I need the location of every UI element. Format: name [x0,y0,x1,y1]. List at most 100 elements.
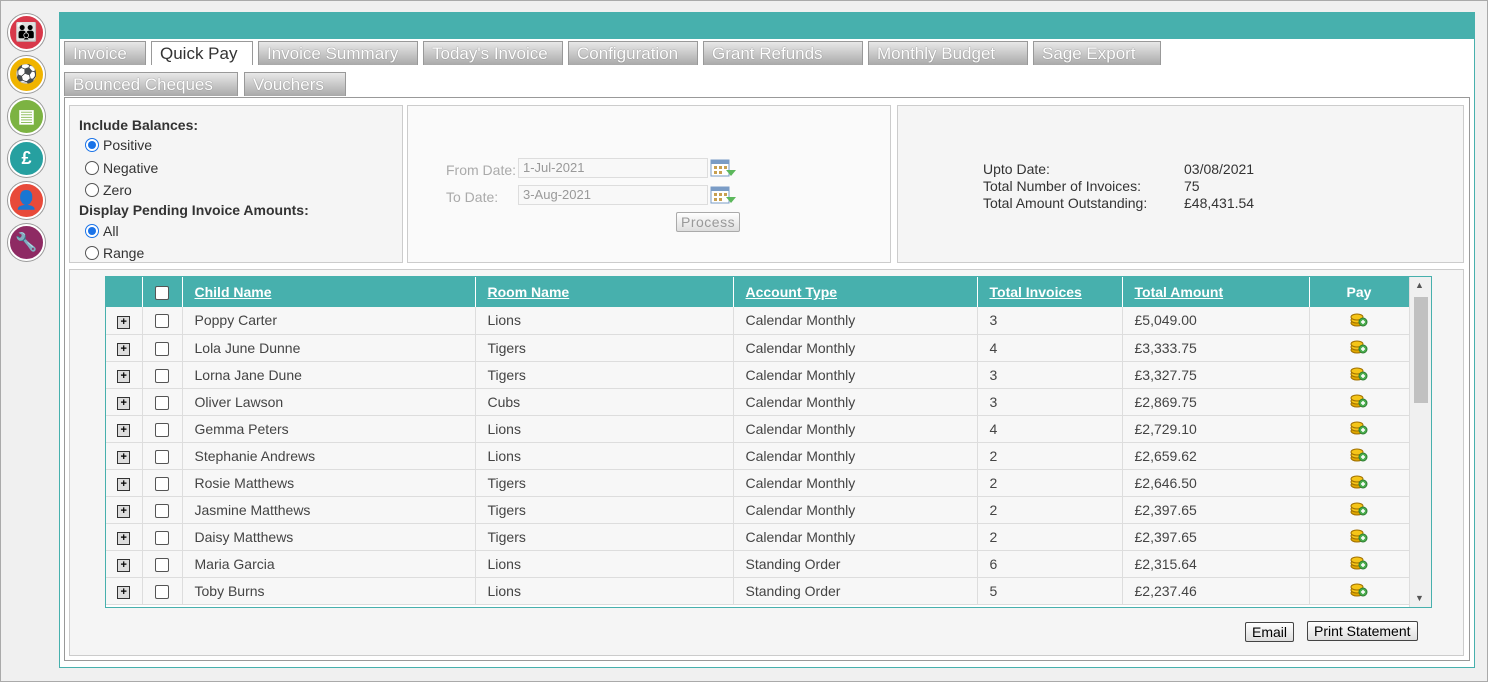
table-row[interactable]: + Jasmine Matthews Tigers Calendar Monthly 2… [106,496,1410,524]
radio-positive[interactable]: Positive [85,137,152,153]
wrench-icon[interactable]: 🔧 [8,224,45,261]
expand-icon[interactable]: + [117,397,131,410]
document-icon[interactable]: ▤ [8,98,45,135]
pay-cell[interactable] [1309,415,1410,443]
select-cell[interactable] [142,388,183,416]
table-row[interactable]: + Daisy Matthews Tigers Calendar Monthly 2 £2… [106,523,1410,551]
radio-all[interactable]: All [85,223,119,239]
select-cell[interactable] [142,469,183,497]
select-all-checkbox[interactable] [155,286,169,301]
pay-cell[interactable] [1309,550,1410,578]
table-row[interactable]: + Maria Garcia Lions Standing Order 6 £2,315.… [106,550,1410,578]
radio-positive-button[interactable] [85,138,99,152]
expand-cell[interactable]: + [106,496,143,524]
table-row[interactable]: + Rosie Matthews Tigers Calendar Monthly 2 £2… [106,469,1410,497]
scroll-up-icon[interactable]: ▲ [1415,280,1424,290]
expand-cell[interactable]: + [106,550,143,578]
child-play-icon[interactable]: ⚽ [8,56,45,93]
family-icon[interactable]: 👪 [8,14,45,51]
pay-coins-icon[interactable] [1350,419,1368,435]
select-cell[interactable] [142,496,183,524]
select-cell[interactable] [142,523,183,551]
tab-grant-refunds[interactable]: Grant Refunds [703,41,863,65]
tab-monthly-budget[interactable]: Monthly Budget [868,41,1028,65]
pay-coins-icon[interactable] [1350,365,1368,381]
row-checkbox[interactable] [155,449,169,464]
select-cell[interactable] [142,415,183,443]
pay-coins-icon[interactable] [1350,338,1368,354]
row-checkbox[interactable] [155,422,169,437]
process-button[interactable]: Process [676,212,741,232]
expand-cell[interactable]: + [106,415,143,443]
expand-icon[interactable]: + [117,559,131,572]
radio-range-button[interactable] [85,246,99,260]
pay-coins-icon[interactable] [1350,500,1368,516]
expand-icon[interactable]: + [117,370,131,383]
row-checkbox[interactable] [155,476,169,491]
pay-cell[interactable] [1309,361,1410,389]
total-amount-header[interactable]: Total Amount [1122,277,1310,307]
pay-cell[interactable] [1309,442,1410,470]
pay-cell[interactable] [1309,334,1410,362]
expand-cell[interactable]: + [106,469,143,497]
select-cell[interactable] [142,442,183,470]
tab-quick-pay[interactable]: Quick Pay [151,41,253,65]
table-row[interactable]: + Lola June Dunne Tigers Calendar Monthly 4 £… [106,334,1410,362]
table-row[interactable]: + Stephanie Andrews Lions Calendar Monthly 2… [106,442,1410,470]
row-checkbox[interactable] [155,341,169,356]
from-date-input[interactable]: 1-Jul-2021 [518,158,708,178]
radio-all-button[interactable] [85,224,99,238]
total-invoices-header[interactable]: Total Invoices [977,277,1123,307]
row-checkbox[interactable] [155,368,169,383]
radio-range[interactable]: Range [85,245,144,261]
expand-cell[interactable]: + [106,334,143,362]
vertical-scrollbar[interactable]: ▲ ▼ [1409,277,1431,607]
account-type-header[interactable]: Account Type [733,277,978,307]
select-cell[interactable] [142,361,183,389]
expand-icon[interactable]: + [117,424,131,437]
print-statement-button[interactable]: Print Statement [1307,621,1418,641]
scroll-down-icon[interactable]: ▼ [1415,593,1424,603]
row-checkbox[interactable] [155,503,169,518]
expand-cell[interactable]: + [106,523,143,551]
tab-vouchers[interactable]: Vouchers [244,72,346,96]
select-cell[interactable] [142,334,183,362]
row-checkbox[interactable] [155,584,169,599]
expand-icon[interactable]: + [117,315,131,329]
table-row[interactable]: + Poppy Carter Lions Calendar Monthly 3 £5,04… [106,307,1410,335]
pay-coins-icon[interactable] [1350,554,1368,570]
tab-invoice-summary[interactable]: Invoice Summary [258,41,418,65]
pay-coins-icon[interactable] [1350,311,1368,327]
row-checkbox[interactable] [155,557,169,572]
row-checkbox[interactable] [155,530,169,545]
tab-sage-export[interactable]: Sage Export [1033,41,1161,65]
expand-icon[interactable]: + [117,478,131,491]
expand-icon[interactable]: + [117,343,131,356]
pound-icon[interactable]: £ [8,140,45,177]
radio-zero[interactable]: Zero [85,182,132,198]
email-button[interactable]: Email [1245,622,1295,642]
pay-coins-icon[interactable] [1350,527,1368,543]
room-name-header[interactable]: Room Name [475,277,734,307]
table-row[interactable]: + Gemma Peters Lions Calendar Monthly 4 £2,72… [106,415,1410,443]
table-row[interactable]: + Toby Burns Lions Standing Order 5 £2,237.46 [106,577,1410,605]
scroll-thumb[interactable] [1414,297,1428,403]
pay-coins-icon[interactable] [1350,446,1368,462]
pay-cell[interactable] [1309,577,1410,605]
select-cell[interactable] [142,577,183,605]
expand-cell[interactable]: + [106,361,143,389]
pay-cell[interactable] [1309,469,1410,497]
tab-configuration[interactable]: Configuration [568,41,698,65]
expand-cell[interactable]: + [106,577,143,605]
child-name-header[interactable]: Child Name [182,277,476,307]
radio-negative[interactable]: Negative [85,160,158,176]
table-row[interactable]: + Oliver Lawson Cubs Calendar Monthly 3 £2,86… [106,388,1410,416]
radio-negative-button[interactable] [85,161,99,175]
expand-icon[interactable]: + [117,586,131,599]
row-checkbox[interactable] [155,314,169,329]
pay-cell[interactable] [1309,307,1410,335]
pay-cell[interactable] [1309,523,1410,551]
radio-zero-button[interactable] [85,183,99,197]
expand-icon[interactable]: + [117,505,131,518]
select-cell[interactable] [142,307,183,335]
